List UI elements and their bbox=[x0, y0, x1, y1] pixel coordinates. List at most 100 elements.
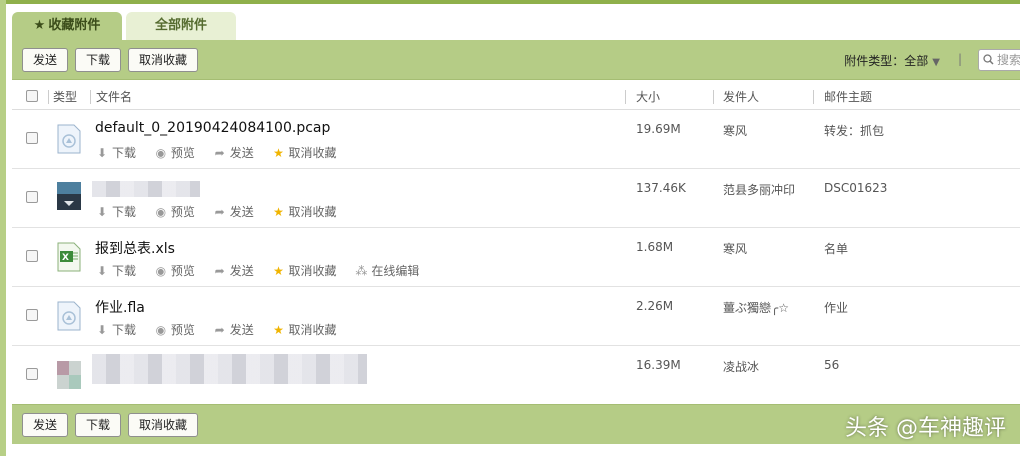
action-label: 预览 bbox=[170, 264, 195, 278]
download-action[interactable]: ⬇ 下载 bbox=[95, 144, 136, 161]
send-action[interactable]: ➦ 发送 bbox=[213, 144, 254, 161]
attachment-type-filter[interactable]: 附件类型：全部 ▼ bbox=[844, 52, 940, 69]
download-button[interactable]: 下载 bbox=[75, 48, 122, 72]
filter-label: 附件类型： bbox=[844, 54, 905, 68]
unfavorite-button[interactable]: 取消收藏 bbox=[128, 413, 199, 437]
action-label: 预览 bbox=[170, 323, 195, 337]
eye-icon: ◉ bbox=[155, 205, 167, 219]
mail-subject[interactable]: 转发：抓包 bbox=[824, 122, 884, 139]
preview-action[interactable]: ◉ 预览 bbox=[154, 262, 195, 279]
filter-value: 全部 bbox=[904, 54, 929, 68]
file-size: 16.39M bbox=[636, 358, 681, 372]
preview-action[interactable]: ◉ 预览 bbox=[154, 321, 195, 338]
preview-action[interactable]: ◉ 预览 bbox=[154, 203, 195, 220]
search-icon bbox=[983, 54, 994, 65]
action-label: 发送 bbox=[229, 264, 254, 278]
send-action[interactable]: ➦ 发送 bbox=[213, 321, 254, 338]
download-button[interactable]: 下载 bbox=[75, 413, 122, 437]
top-toolbar: 发送 下载 取消收藏 附件类型：全部 ▼ | 搜索 bbox=[12, 40, 1020, 80]
row-checkbox[interactable] bbox=[26, 309, 38, 321]
unfavorite-action[interactable]: ★ 取消收藏 bbox=[272, 203, 336, 220]
row-checkbox[interactable] bbox=[26, 250, 38, 262]
file-size: 19.69M bbox=[636, 122, 681, 136]
forward-arrow-icon: ➦ bbox=[214, 146, 225, 160]
download-action[interactable]: ⬇ 下载 bbox=[95, 321, 136, 338]
window-top-border bbox=[0, 0, 1020, 4]
unfavorite-action[interactable]: ★ 取消收藏 bbox=[272, 321, 337, 338]
blurred-file-name bbox=[92, 354, 367, 384]
action-label: 取消收藏 bbox=[288, 323, 337, 337]
online-edit-action[interactable]: ⁂ 在线编辑 bbox=[354, 262, 419, 279]
sender-name[interactable]: 寒风 bbox=[723, 122, 747, 139]
table-row: 16.39M 凌战冰 56 bbox=[12, 346, 1020, 405]
star-icon: ★ bbox=[33, 18, 46, 33]
unfavorite-button[interactable]: 取消收藏 bbox=[128, 48, 199, 72]
mail-subject[interactable]: 名单 bbox=[824, 240, 848, 257]
row-actions: ⬇ 下载 ◉ 预览 ➦ 发送 ★ 取消收藏 bbox=[95, 144, 351, 161]
download-arrow-icon: ⬇ bbox=[96, 264, 108, 278]
preview-action[interactable]: ◉ 预览 bbox=[154, 144, 195, 161]
row-checkbox[interactable] bbox=[26, 368, 38, 380]
action-label: 预览 bbox=[170, 146, 195, 160]
eye-icon: ◉ bbox=[155, 264, 167, 278]
action-label: 下载 bbox=[112, 264, 137, 278]
send-button[interactable]: 发送 bbox=[22, 48, 69, 72]
watermark-text: 头条 @车神趣评 bbox=[845, 416, 1006, 441]
mail-subject[interactable]: 56 bbox=[824, 358, 839, 372]
row-actions: ⬇ 下载 ◉ 预览 ➦ 发送 ★ 取消收藏 bbox=[95, 203, 351, 220]
mail-subject[interactable]: DSC01623 bbox=[824, 181, 887, 195]
download-arrow-icon: ⬇ bbox=[96, 205, 108, 219]
action-label: 取消收藏 bbox=[288, 264, 337, 278]
unfavorite-action[interactable]: ★ 取消收藏 bbox=[272, 144, 336, 161]
row-checkbox[interactable] bbox=[26, 191, 38, 203]
forward-arrow-icon: ➦ bbox=[214, 323, 225, 337]
header-filename[interactable]: 文件名 bbox=[96, 88, 132, 105]
search-input[interactable]: 搜索 bbox=[978, 49, 1020, 71]
generic-file-icon bbox=[57, 301, 81, 331]
sender-name[interactable]: 范县多丽冲印 bbox=[723, 181, 795, 198]
attachment-tabs: ★ 收藏附件 全部附件 bbox=[12, 12, 236, 40]
file-name-link[interactable]: 报到总表.xls bbox=[95, 238, 175, 258]
send-action[interactable]: ➦ 发送 bbox=[213, 262, 254, 279]
download-arrow-icon: ⬇ bbox=[96, 323, 108, 337]
sender-name[interactable]: 薑ぶ獨戀╭☆ bbox=[723, 299, 789, 316]
table-header: 类型 文件名 大小 发件人 邮件主题 bbox=[12, 82, 1020, 110]
row-actions: ⬇ 下载 ◉ 预览 ➦ 发送 ★ 取消收藏 ⁂ 在线编辑 bbox=[95, 262, 433, 279]
column-divider bbox=[713, 90, 714, 104]
sender-name[interactable]: 寒风 bbox=[723, 240, 747, 257]
header-size[interactable]: 大小 bbox=[636, 88, 660, 105]
unfavorite-action[interactable]: ★ 取消收藏 bbox=[272, 262, 337, 279]
search-placeholder: 搜索 bbox=[997, 53, 1020, 67]
blurred-file-name bbox=[92, 181, 200, 197]
sender-name[interactable]: 凌战冰 bbox=[723, 358, 759, 375]
file-size: 2.26M bbox=[636, 299, 674, 313]
excel-file-icon: X bbox=[57, 242, 81, 272]
row-checkbox[interactable] bbox=[26, 132, 38, 144]
table-row: X 报到总表.xls ⬇ 下载 ◉ 预览 ➦ 发送 ★ 取消收藏 ⁂ 在线编辑 1.68M… bbox=[12, 228, 1020, 287]
tab-label: 收藏附件 bbox=[48, 18, 101, 33]
select-all-checkbox[interactable] bbox=[26, 90, 38, 102]
image-thumbnail-icon bbox=[57, 361, 81, 389]
action-label: 在线编辑 bbox=[371, 264, 420, 278]
header-subject[interactable]: 邮件主题 bbox=[824, 88, 872, 105]
download-action[interactable]: ⬇ 下载 bbox=[95, 203, 136, 220]
mail-subject[interactable]: 作业 bbox=[824, 299, 848, 316]
table-row: default_0_20190424084100.pcap ⬇ 下载 ◉ 预览 ➦ 发… bbox=[12, 110, 1020, 169]
tab-favorite-attachments[interactable]: ★ 收藏附件 bbox=[12, 12, 122, 40]
generic-file-icon bbox=[57, 124, 81, 154]
forward-arrow-icon: ➦ bbox=[214, 264, 225, 278]
send-button[interactable]: 发送 bbox=[22, 413, 69, 437]
header-sender[interactable]: 发件人 bbox=[723, 88, 759, 105]
tab-label: 全部附件 bbox=[154, 18, 207, 33]
star-icon: ★ bbox=[273, 205, 284, 219]
star-icon: ★ bbox=[273, 264, 284, 278]
column-divider bbox=[48, 90, 49, 104]
file-size: 1.68M bbox=[636, 240, 674, 254]
file-name-link[interactable]: default_0_20190424084100.pcap bbox=[95, 120, 330, 136]
download-action[interactable]: ⬇ 下载 bbox=[95, 262, 136, 279]
tab-all-attachments[interactable]: 全部附件 bbox=[126, 12, 236, 40]
image-thumbnail-icon bbox=[57, 182, 81, 210]
send-action[interactable]: ➦ 发送 bbox=[213, 203, 254, 220]
file-name-link[interactable]: 作业.fla bbox=[95, 297, 145, 317]
caret-down-icon: ▼ bbox=[932, 57, 940, 68]
